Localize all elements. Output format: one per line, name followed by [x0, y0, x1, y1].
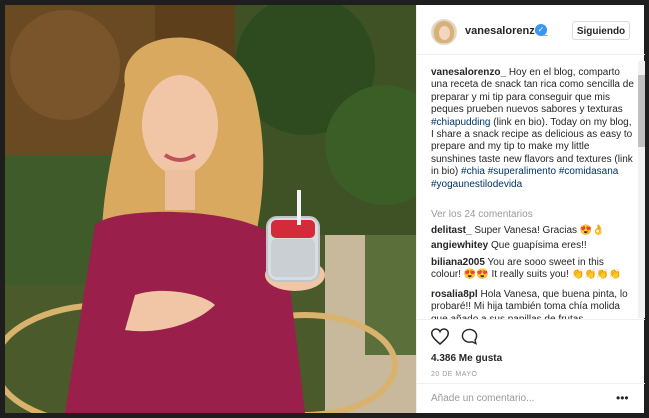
comment: biliana2005 You are sooo sweet in this c…: [431, 257, 635, 282]
hashtag-link[interactable]: #chiapudding: [431, 117, 491, 128]
photo-illustration: [5, 5, 416, 413]
caption-username[interactable]: vanesalorenzo_: [431, 67, 506, 78]
scrollbar-thumb[interactable]: [638, 75, 645, 147]
hashtag-link[interactable]: #superalimento: [488, 166, 556, 177]
comment: delitast_ Super Vanesa! Gracias 😍👌: [431, 225, 635, 237]
heart-icon[interactable]: [431, 328, 449, 345]
add-comment-input[interactable]: Añade un comentario...: [431, 393, 534, 404]
hashtag-link[interactable]: #comidasana: [559, 166, 618, 177]
likes-count[interactable]: 4.386 Me gusta: [431, 353, 502, 364]
comment-text: Que guapísima eres!!: [488, 240, 587, 251]
avatar[interactable]: [431, 19, 457, 45]
hashtag-link[interactable]: #yogaunestilodevida: [431, 179, 522, 190]
post-date: 20 DE MAYO: [431, 371, 478, 378]
comment-icon[interactable]: [461, 328, 478, 345]
post-caption: vanesalorenzo_ Hoy en el blog, comparto …: [431, 67, 635, 191]
following-button[interactable]: Siguiendo: [572, 21, 630, 40]
add-comment-bar: Añade un comentario... •••: [417, 383, 645, 414]
post-modal: vanesalorenzo_ ✓ Siguiendo vanesalorenzo…: [0, 0, 649, 418]
view-all-comments-link[interactable]: Ver los 24 comentarios: [431, 209, 533, 220]
comment-username[interactable]: angiewhitey: [431, 240, 488, 251]
comment-username[interactable]: rosalia8pl: [431, 289, 478, 300]
comment-text: Super Vanesa! Gracias 😍👌: [471, 225, 605, 236]
post-photo[interactable]: [5, 5, 416, 413]
comment-username[interactable]: biliana2005: [431, 257, 485, 268]
post-actions: 4.386 Me gusta 20 DE MAYO Añade un comen…: [417, 319, 645, 413]
comment: rosalia8pl Hola Vanesa, que buena pinta,…: [431, 289, 635, 319]
comment: angiewhitey Que guapísima eres!!: [431, 240, 635, 252]
post-header: vanesalorenzo_ ✓ Siguiendo: [417, 5, 645, 55]
verified-badge-icon: ✓: [535, 24, 547, 36]
comments-scrollbar[interactable]: [638, 61, 645, 318]
more-options-icon[interactable]: •••: [616, 391, 629, 405]
post-sidebar: vanesalorenzo_ ✓ Siguiendo vanesalorenzo…: [416, 5, 645, 413]
comment-username[interactable]: delitast_: [431, 225, 472, 236]
hashtag-link[interactable]: #chia: [461, 166, 485, 177]
comments-list[interactable]: vanesalorenzo_ Hoy en el blog, comparto …: [417, 57, 639, 319]
